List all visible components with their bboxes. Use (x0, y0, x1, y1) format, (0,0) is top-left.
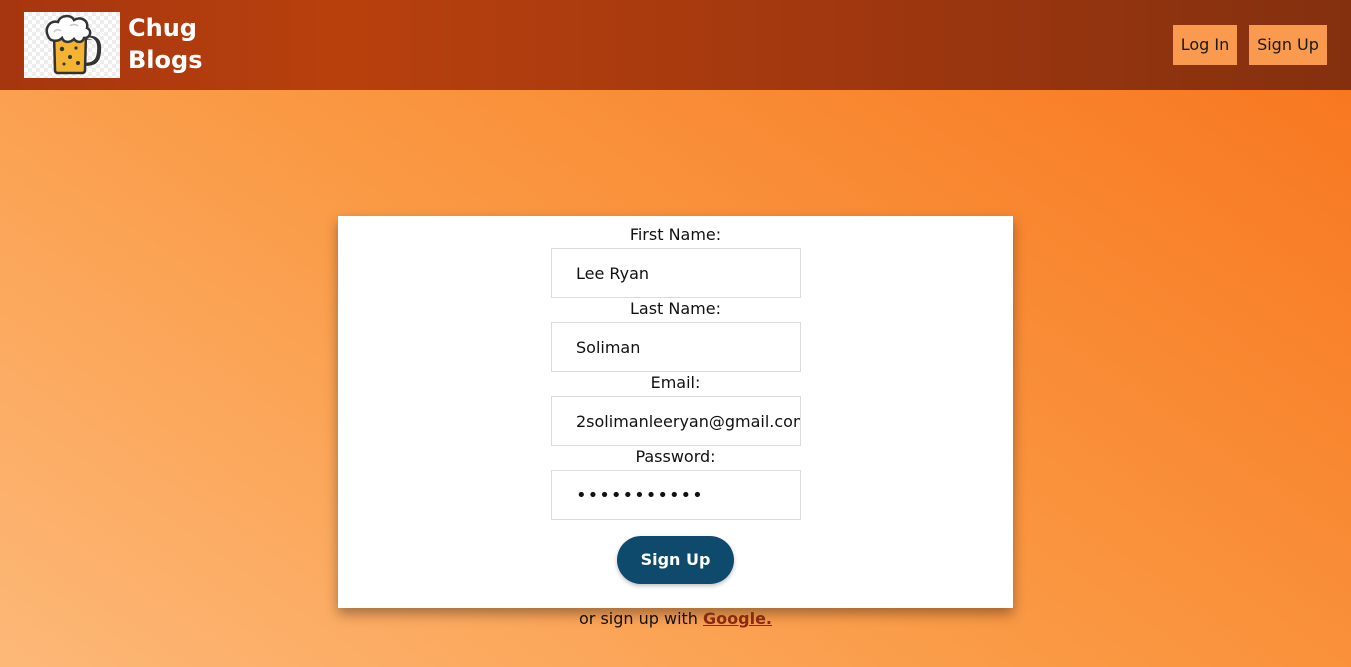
site-header: Chug Blogs Log In Sign Up (0, 0, 1351, 90)
password-label: Password: (635, 447, 716, 466)
last-name-field[interactable] (551, 322, 801, 372)
last-name-label: Last Name: (629, 299, 721, 318)
nav-signup-button[interactable]: Sign Up (1249, 25, 1327, 65)
signup-submit-button[interactable]: Sign Up (617, 536, 734, 584)
alt-signup-text: or sign up with Google. (338, 609, 1013, 629)
alt-signup-prefix: or sign up with (578, 609, 704, 628)
signup-form-card: First Name: Last Name: Email: Password: … (338, 216, 1013, 608)
email-field[interactable] (551, 396, 801, 446)
login-button[interactable]: Log In (1173, 25, 1237, 65)
brand-line-2: Blogs (128, 46, 203, 74)
password-field[interactable] (551, 470, 801, 520)
first-name-field[interactable] (551, 248, 801, 298)
google-signup-link[interactable]: Google. (703, 609, 772, 628)
email-label: Email: (650, 373, 701, 392)
brand-line-1: Chug (128, 14, 197, 42)
first-name-label: First Name: (629, 225, 722, 244)
site-brand[interactable]: Chug Blogs (128, 12, 202, 76)
beer-mug-icon (45, 14, 102, 75)
logo[interactable] (24, 12, 120, 78)
